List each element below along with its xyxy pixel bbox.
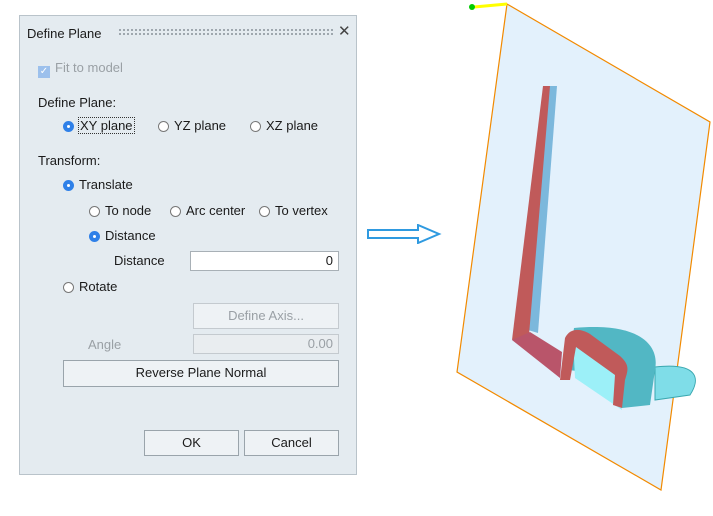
section-plane <box>456 3 711 491</box>
plane-normal-arrow <box>473 2 508 9</box>
viewport-3d[interactable] <box>0 0 713 516</box>
